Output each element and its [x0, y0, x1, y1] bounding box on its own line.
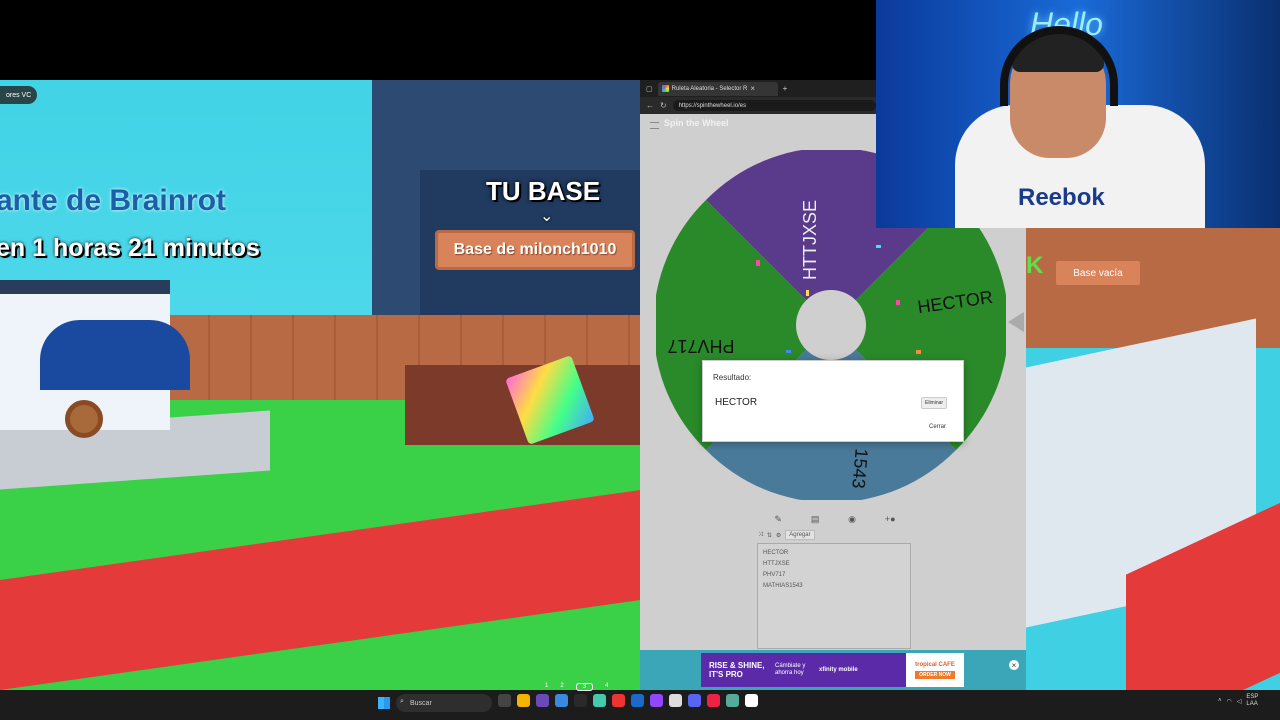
browser-tab[interactable]: Ruleta Aleatoria - Selector R ×	[657, 81, 778, 96]
pager-item[interactable]: 4	[605, 683, 608, 691]
remove-button[interactable]: Eliminar	[921, 397, 948, 409]
hoodie-logo: Reebok	[1018, 184, 1105, 211]
entries-toolbar: ⤨ ⇅ ⚙ Agregar	[758, 529, 860, 541]
event-countdown: en 1 horas 21 minutos	[0, 234, 260, 262]
ad-cafe-panel: tropical CAFE ORDER NOW	[906, 653, 964, 687]
wheel-label-mathias: 1543	[848, 448, 871, 490]
tu-base-label: TU BASE	[486, 176, 601, 206]
chrome-icon[interactable]	[593, 694, 606, 707]
ad-brand: xfinity mobile	[819, 667, 858, 673]
wagon-wheel	[65, 400, 103, 438]
teams-icon[interactable]	[536, 694, 549, 707]
result-label: Resultado:	[713, 373, 752, 382]
green-letter: K	[1026, 252, 1044, 279]
tray-chevron-icon[interactable]: ˄	[1218, 698, 1222, 704]
entries-textarea[interactable]: HECTOR HTTJXSE PHV717 MATHIAS1543	[757, 543, 911, 649]
entry-item: MATHIAS1543	[763, 583, 803, 589]
site-logo: Spin the Wheel	[664, 118, 729, 128]
address-bar: ← ↻ https://spinthewheel.io/es	[640, 97, 876, 114]
add-color-icon[interactable]: +●	[885, 514, 896, 524]
screen: ores VC ante de Brainrot en 1 horas 21 m…	[0, 0, 1280, 720]
wifi-icon[interactable]: ◠	[1227, 698, 1232, 705]
wheel-label-httjxse: HTTJXSE	[800, 200, 820, 280]
editor-toolbar: ✎ ▤ ◉ +●	[760, 512, 910, 526]
add-entry-button[interactable]: Agregar	[785, 530, 815, 540]
ad-content[interactable]: RISE & SHINE, IT'S PRO Cámbiate y ahorra…	[701, 653, 964, 687]
wheel-label-phv717: PHV717	[667, 336, 734, 356]
chevron-down-icon: ⌄	[540, 208, 554, 225]
empty-base-sign: Base vacía	[1056, 261, 1140, 285]
capcut-icon[interactable]	[745, 694, 758, 707]
tab-title: Ruleta Aleatoria - Selector R	[671, 85, 748, 92]
entry-item: HECTOR	[763, 550, 789, 556]
entry-item: PHV717	[763, 572, 786, 578]
wheel-pointer-icon	[1008, 312, 1024, 332]
windows-start-icon[interactable]	[378, 697, 390, 709]
tab-strip: ▢ Ruleta Aleatoria - Selector R × +	[640, 80, 876, 97]
base-sign: Base de milonch1010	[435, 230, 635, 270]
shuffle-icon[interactable]: ⤨	[758, 532, 763, 539]
menu-icon[interactable]	[650, 122, 659, 129]
sort-icon[interactable]: ⇅	[767, 532, 772, 539]
pager-item[interactable]: 1	[545, 683, 548, 691]
close-button[interactable]: Cerrar	[929, 424, 946, 430]
edge-icon[interactable]	[555, 694, 568, 707]
search-icon: ⌕	[400, 698, 404, 705]
event-title: ante de Brainrot	[0, 184, 227, 217]
task-view-icon[interactable]	[498, 694, 511, 707]
result-dialog: Resultado: HECTOR Eliminar Cerrar	[702, 360, 964, 442]
vc-badge: ores VC	[0, 86, 38, 104]
file-explorer-icon[interactable]	[517, 694, 530, 707]
wagon	[40, 320, 190, 390]
roblox-icon[interactable]	[707, 694, 720, 707]
ad-close-button[interactable]: ×	[1009, 660, 1019, 670]
store-icon[interactable]	[574, 694, 587, 707]
taskbar-apps	[498, 694, 758, 707]
url-input[interactable]: https://spinthewheel.io/es	[672, 100, 876, 111]
obs-icon[interactable]	[669, 694, 682, 707]
game-view[interactable]: ores VC ante de Brainrot en 1 horas 21 m…	[0, 80, 640, 690]
ad-headline: RISE & SHINE, IT'S PRO	[709, 661, 765, 679]
taskbar-search[interactable]: Buscar	[396, 694, 492, 712]
ad-subtext: Cámbiate y ahorra hoy	[775, 663, 806, 676]
clipboard-icon[interactable]: ▤	[811, 514, 820, 525]
video-pager: 1 2 3 4	[545, 683, 608, 691]
app-icon[interactable]	[612, 694, 625, 707]
new-tab-button[interactable]: +	[783, 84, 788, 93]
hide-icon[interactable]: ◉	[848, 514, 856, 525]
tab-actions-icon[interactable]: ▢	[646, 85, 653, 93]
settings-icon[interactable]: ⚙	[776, 532, 781, 539]
result-value: HECTOR	[715, 397, 758, 408]
ad-cafe-logo: tropical CAFE	[915, 661, 955, 668]
volume-icon[interactable]: ◁	[1237, 698, 1242, 705]
discord-icon[interactable]	[688, 694, 701, 707]
tab-favicon-icon	[661, 85, 669, 92]
twitch-icon[interactable]	[650, 694, 663, 707]
reload-icon[interactable]: ↻	[660, 101, 667, 110]
steam-icon[interactable]	[631, 694, 644, 707]
back-icon[interactable]: ←	[646, 101, 654, 110]
system-tray: ˄ ◠ ◁ ESP LAA	[1218, 694, 1262, 708]
tab-close-icon[interactable]: ×	[750, 84, 755, 93]
xbox-icon[interactable]	[726, 694, 739, 707]
pager-item[interactable]: 2	[560, 683, 563, 691]
pager-item-active[interactable]: 3	[575, 683, 594, 691]
ad-order-button[interactable]: ORDER NOW	[915, 670, 955, 679]
language-indicator[interactable]: ESP LAA	[1246, 694, 1262, 708]
wheel-hub[interactable]	[796, 290, 866, 360]
edit-icon[interactable]: ✎	[774, 514, 782, 525]
game-view-right: K Base vacía	[1026, 228, 1280, 690]
entry-item: HTTJXSE	[763, 561, 790, 567]
